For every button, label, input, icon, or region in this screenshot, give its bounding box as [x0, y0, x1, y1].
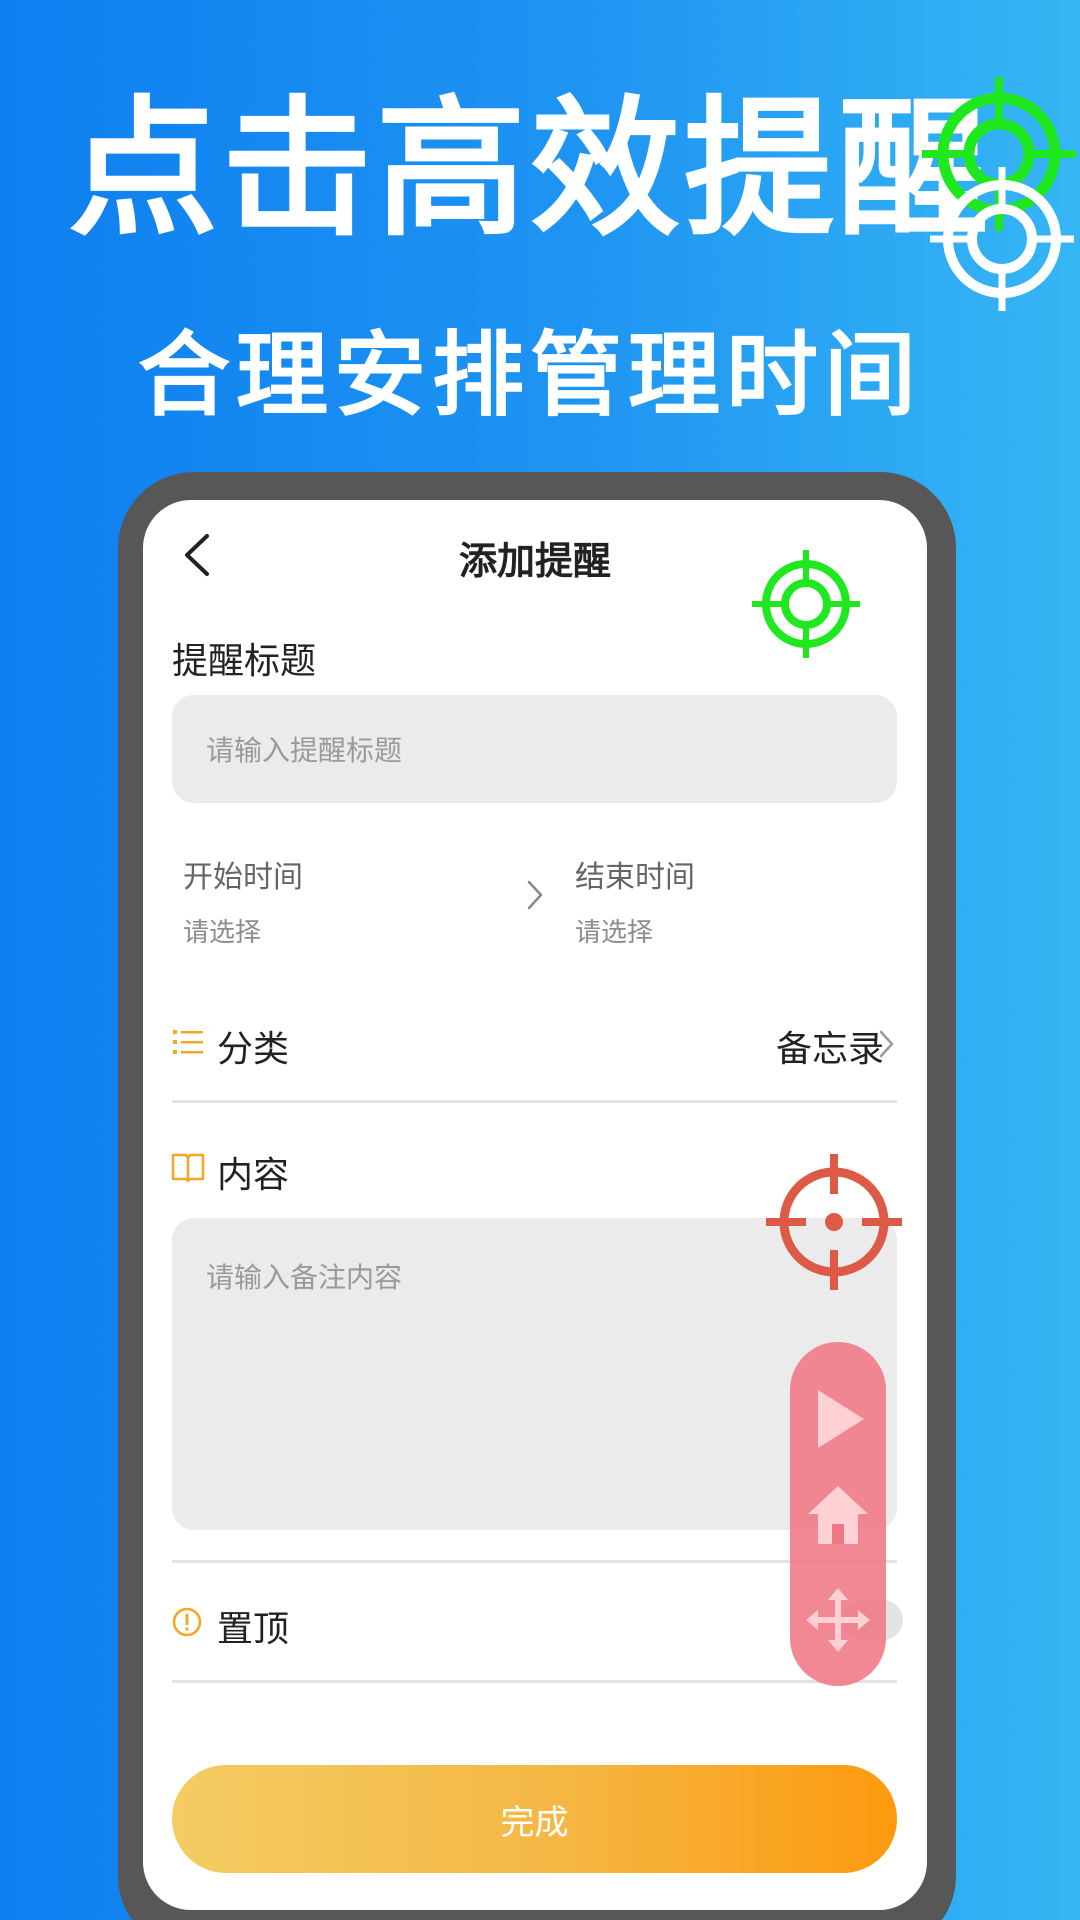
chevron-right-icon [879, 1030, 894, 1058]
end-time-value: 请选择 [575, 918, 654, 948]
category-row[interactable]: 分类 备忘录 [143, 1010, 927, 1080]
subheadline: 合理安排管理时间 [137, 322, 922, 429]
headline: 点击高效提醒 [67, 83, 992, 257]
book-icon [171, 1153, 205, 1182]
done-button[interactable]: 完成 [172, 1765, 897, 1873]
crosshair-icon [752, 550, 860, 658]
info-circle-icon [172, 1607, 202, 1637]
title-section-label: 提醒标题 [172, 641, 317, 682]
move-arrows-icon[interactable] [804, 1586, 872, 1654]
home-icon[interactable] [806, 1484, 870, 1546]
forward-chevron-icon [527, 880, 543, 910]
play-icon[interactable] [814, 1388, 866, 1450]
crosshair-icon [930, 167, 1074, 311]
divider [172, 1100, 897, 1103]
list-icon [173, 1030, 203, 1054]
pin-label: 置顶 [217, 1609, 290, 1650]
divider [172, 1680, 897, 1683]
divider [172, 1560, 897, 1563]
start-time-picker[interactable]: 开始时间 请选择 [183, 852, 303, 949]
end-time-label: 结束时间 [575, 860, 695, 895]
floating-control-bar [790, 1342, 886, 1686]
crosshair-icon [766, 1154, 902, 1290]
end-time-picker[interactable]: 结束时间 请选择 [575, 852, 695, 949]
content-label: 内容 [217, 1155, 290, 1196]
start-time-label: 开始时间 [183, 860, 303, 895]
category-value: 备忘录 [776, 1029, 885, 1070]
title-input[interactable]: 请输入提醒标题 [172, 695, 897, 803]
category-label: 分类 [217, 1029, 290, 1070]
start-time-value: 请选择 [183, 918, 262, 948]
